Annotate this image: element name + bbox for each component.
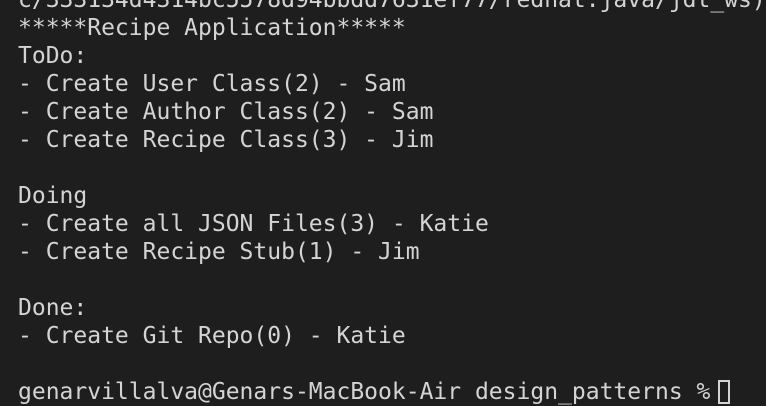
shell-prompt: genarvillalva@Genars-MacBook-Air design_… (18, 379, 711, 405)
section-heading-doing: Doing (18, 183, 88, 209)
truncated-path-line: c/333134d4314bc5578d94bbdd7631ef77/redha… (18, 0, 766, 13)
section-heading-done: Done: (18, 295, 88, 321)
done-item: - Create Git Repo(0) - Katie (18, 323, 406, 349)
app-title: *****Recipe Application***** (18, 15, 406, 41)
terminal-cursor[interactable] (718, 380, 731, 404)
todo-item: - Create Recipe Class(3) - Jim (18, 127, 434, 153)
terminal-output: c/333134d4314bc5578d94bbdd7631ef77/redha… (18, 0, 766, 406)
terminal-window[interactable]: c/333134d4314bc5578d94bbdd7631ef77/redha… (0, 0, 766, 406)
shell-prompt-line[interactable]: genarvillalva@Genars-MacBook-Air design_… (18, 378, 766, 406)
todo-item: - Create User Class(2) - Sam (18, 71, 406, 97)
doing-item: - Create Recipe Stub(1) - Jim (18, 239, 420, 265)
doing-item: - Create all JSON Files(3) - Katie (18, 211, 489, 237)
section-heading-todo: ToDo: (18, 43, 88, 69)
todo-item: - Create Author Class(2) - Sam (18, 99, 434, 125)
